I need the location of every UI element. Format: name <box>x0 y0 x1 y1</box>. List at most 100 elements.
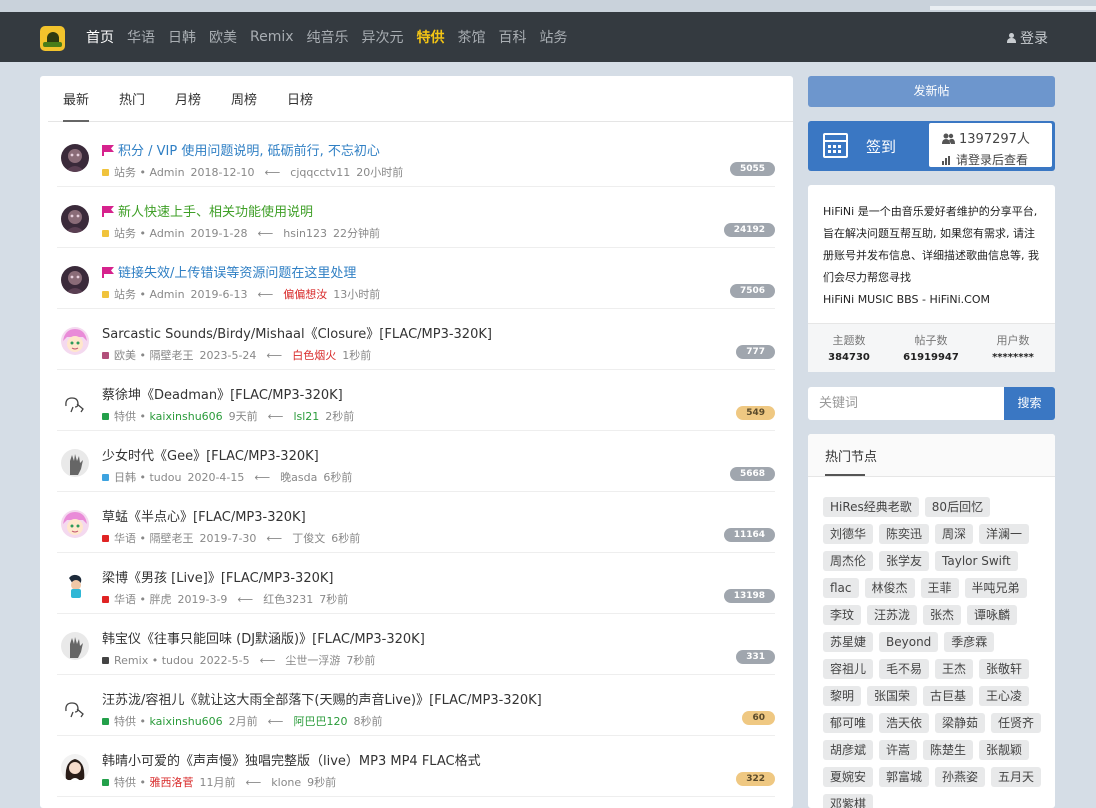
thread-author[interactable]: tudou <box>162 654 194 667</box>
hot-tag[interactable]: 张杰 <box>923 605 962 625</box>
nav-item[interactable]: 欧美 <box>209 27 237 47</box>
hot-tag[interactable]: 郭富城 <box>879 767 930 787</box>
nav-item[interactable]: 特供 <box>417 27 445 47</box>
nav-item[interactable]: Remix <box>250 29 294 45</box>
user-avatar[interactable] <box>61 571 89 599</box>
hot-tag[interactable]: 毛不易 <box>879 659 930 679</box>
thread-author[interactable]: 隔壁老王 <box>149 349 193 362</box>
user-avatar[interactable] <box>61 632 89 660</box>
thread-last-user[interactable]: cjqqcctv11 <box>290 166 350 179</box>
hot-tag[interactable]: 80后回忆 <box>924 497 991 517</box>
thread-title[interactable]: 韩晴小可爱的《声声慢》独唱完整版（live）MP3 MP4 FLAC格式 <box>102 750 481 769</box>
user-avatar[interactable] <box>61 205 89 233</box>
thread-last-user[interactable]: 丁俊文 <box>292 532 325 545</box>
hot-tag[interactable]: Beyond <box>879 632 939 652</box>
thread-forum[interactable]: 站务 <box>114 166 136 179</box>
thread-author[interactable]: Admin <box>149 166 184 179</box>
thread-last-user[interactable]: 红色3231 <box>263 593 313 606</box>
nav-item[interactable]: 茶馆 <box>458 27 486 47</box>
hot-tag[interactable]: Taylor Swift <box>935 551 1018 571</box>
thread-forum[interactable]: 华语 <box>114 593 136 606</box>
thread-title[interactable]: 韩宝仪《往事只能回味 (DJ默涵版)》[FLAC/MP3-320K] <box>102 628 425 647</box>
thread-last-user[interactable]: hsin123 <box>283 227 327 240</box>
hot-tag[interactable]: 林俊杰 <box>864 578 915 598</box>
user-avatar[interactable] <box>61 693 89 721</box>
thread-forum[interactable]: 站务 <box>114 227 136 240</box>
user-avatar[interactable] <box>61 754 89 782</box>
thread-last-user[interactable]: 尘世一浮游 <box>285 654 340 667</box>
hot-tag[interactable]: 王心凌 <box>979 686 1030 706</box>
tab-latest[interactable]: 最新 <box>63 76 90 122</box>
hot-tag[interactable]: 张敬轩 <box>979 659 1030 679</box>
nav-item[interactable]: 异次元 <box>362 27 404 47</box>
hot-tag[interactable]: 梁静茹 <box>935 713 986 733</box>
login-link[interactable]: 登录 <box>1007 28 1048 48</box>
search-button[interactable]: 搜索 <box>1004 387 1055 420</box>
thread-author[interactable]: kaixinshu606 <box>149 715 222 728</box>
hot-tag[interactable]: 苏星婕 <box>823 632 874 652</box>
thread-title[interactable]: 草蜢《半点心》[FLAC/MP3-320K] <box>102 506 306 525</box>
hot-tag[interactable]: 周深 <box>935 524 974 544</box>
thread-forum[interactable]: 华语 <box>114 532 136 545</box>
tab-weekly[interactable]: 周榜 <box>231 76 257 121</box>
thread-title[interactable]: 新人快速上手、相关功能使用说明 <box>102 201 313 220</box>
nav-item[interactable]: 百科 <box>499 27 527 47</box>
hot-tag[interactable]: 夏婉安 <box>823 767 874 787</box>
thread-title[interactable]: 蔡徐坤《Deadman》[FLAC/MP3-320K] <box>102 384 343 403</box>
hot-tag[interactable]: 任贤齐 <box>991 713 1042 733</box>
hot-tag[interactable]: 容祖儿 <box>823 659 874 679</box>
thread-title[interactable]: 链接失效/上传错误等资源问题在这里处理 <box>102 262 356 281</box>
hot-tag[interactable]: 胡彦斌 <box>823 740 874 760</box>
thread-title[interactable]: Sarcastic Sounds/Birdy/Mishaal《Closure》[… <box>102 323 492 342</box>
thread-last-user[interactable]: 白色烟火 <box>292 349 336 362</box>
thread-author[interactable]: kaixinshu606 <box>149 410 222 423</box>
thread-forum[interactable]: 日韩 <box>114 471 136 484</box>
thread-author[interactable]: Admin <box>149 227 184 240</box>
user-avatar[interactable] <box>61 449 89 477</box>
hot-tag[interactable]: 孙燕姿 <box>935 767 986 787</box>
hot-tag[interactable]: 王杰 <box>935 659 974 679</box>
hot-tag[interactable]: 张国荣 <box>867 686 918 706</box>
thread-title[interactable]: 积分 / VIP 使用问题说明, 砥砺前行, 不忘初心 <box>102 140 380 159</box>
hot-tag[interactable]: 陈楚生 <box>923 740 974 760</box>
thread-title[interactable]: 少女时代《Gee》[FLAC/MP3-320K] <box>102 445 319 464</box>
hot-tag[interactable]: 李玟 <box>823 605 862 625</box>
new-post-button[interactable]: 发新帖 <box>808 76 1055 107</box>
hot-tag[interactable]: 浩天依 <box>879 713 930 733</box>
thread-author[interactable]: tudou <box>149 471 181 484</box>
user-avatar[interactable] <box>61 266 89 294</box>
nav-item[interactable]: 站务 <box>540 27 568 47</box>
hot-tag[interactable]: 半吨兄弟 <box>964 578 1027 598</box>
thread-author[interactable]: 胖虎 <box>149 593 171 606</box>
nav-item[interactable]: 日韩 <box>168 27 196 47</box>
thread-title[interactable]: 梁博《男孩 [Live]》[FLAC/MP3-320K] <box>102 567 333 586</box>
hot-tag[interactable]: 王菲 <box>920 578 959 598</box>
thread-forum[interactable]: 站务 <box>114 288 136 301</box>
thread-author[interactable]: Admin <box>149 288 184 301</box>
thread-forum[interactable]: Remix <box>114 654 148 667</box>
thread-last-user[interactable]: lsl21 <box>293 410 319 423</box>
hot-tag[interactable]: 张学友 <box>879 551 930 571</box>
nav-item[interactable]: 纯音乐 <box>307 27 349 47</box>
thread-forum[interactable]: 特供 <box>114 776 136 789</box>
thread-last-user[interactable]: 阿巴巴120 <box>293 715 347 728</box>
search-input[interactable]: 关键词 <box>808 387 1004 420</box>
hifini-logo-icon[interactable] <box>40 26 65 51</box>
thread-forum[interactable]: 特供 <box>114 410 136 423</box>
hot-tag[interactable]: 邓紫棋 <box>823 794 874 808</box>
hot-tag[interactable]: 许嵩 <box>879 740 918 760</box>
hot-tag[interactable]: 季彦霖 <box>944 632 995 652</box>
hot-tag[interactable]: 五月天 <box>991 767 1042 787</box>
user-avatar[interactable] <box>61 510 89 538</box>
signin-check-link[interactable]: 请登录后查看 <box>942 151 1028 168</box>
hot-tag[interactable]: 周杰伦 <box>823 551 874 571</box>
hot-tag[interactable]: 洋澜一 <box>979 524 1030 544</box>
thread-last-user[interactable]: 晚asda <box>280 471 317 484</box>
nav-item[interactable]: 首页 <box>86 27 114 47</box>
thread-last-user[interactable]: klone <box>271 776 301 789</box>
hot-tag[interactable]: 黎明 <box>823 686 862 706</box>
hot-tag[interactable]: flac <box>823 578 859 598</box>
thread-forum[interactable]: 欧美 <box>114 349 136 362</box>
tab-monthly[interactable]: 月榜 <box>175 76 201 121</box>
hot-tag[interactable]: HiRes经典老歌 <box>823 497 919 517</box>
